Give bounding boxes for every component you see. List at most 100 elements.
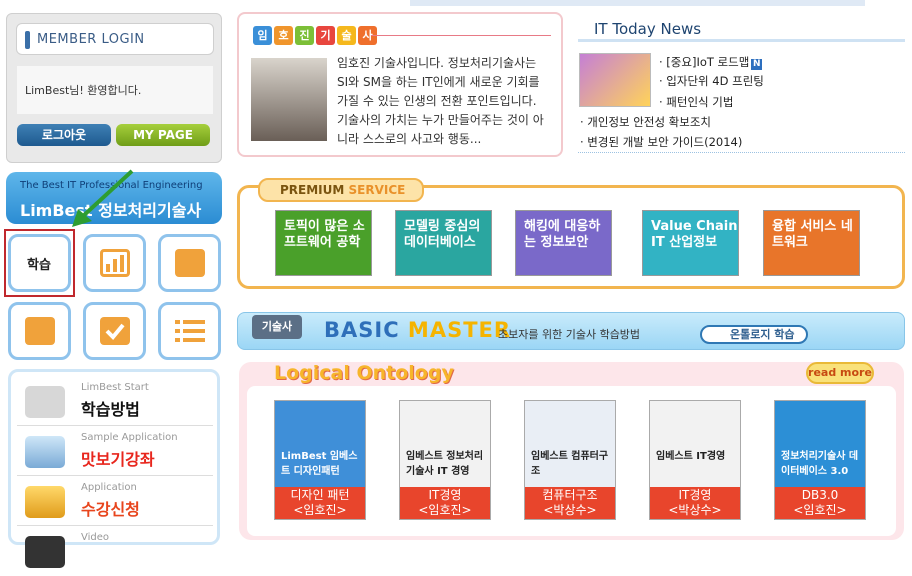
book-caption-author: <박상수> <box>543 503 597 517</box>
news-item[interactable]: · [중요]IoT 로드맵 N <box>659 54 763 70</box>
book-item[interactable]: LimBest 임베스트 디자인패턴 디자인 패턴 <임호진> <box>274 400 366 520</box>
book-caption: 디자인 패턴 <임호진> <box>275 487 365 519</box>
login-bar-icon <box>25 31 30 49</box>
name-tag: 기 <box>316 26 335 45</box>
book-caption-title: IT경영 <box>678 488 712 502</box>
book-item[interactable]: 임베스트 IT경영 IT경영 <박상수> <box>649 400 741 520</box>
read-more-button[interactable]: read more <box>806 362 874 384</box>
login-header: MEMBER LOGIN <box>16 23 214 55</box>
logout-button[interactable]: 로그아웃 <box>17 124 111 146</box>
name-tag: 임 <box>253 26 272 45</box>
book-caption-author: <임호진> <box>418 503 472 517</box>
premium-label-b: SERVICE <box>348 183 406 197</box>
green-arrow-icon <box>72 169 134 227</box>
premium-security[interactable]: 해킹에 대응하는 정보보안 <box>515 210 612 276</box>
mypage-button[interactable]: MY PAGE <box>116 124 210 146</box>
book-cover-title: 정보처리기술사 데이터베이스 3.0 <box>781 451 859 477</box>
menu-item-sub: Application <box>81 482 137 493</box>
tile-study[interactable]: 학습 <box>8 234 71 292</box>
book-caption: DB3.0 <임호진> <box>775 487 865 519</box>
tile-list-card[interactable] <box>8 302 71 360</box>
menu-item-sub: LimBest Start <box>81 382 149 393</box>
menu-item-study-method[interactable]: LimBest Start 학습방법 <box>17 376 213 426</box>
divider <box>578 152 905 153</box>
news-item[interactable]: · 패턴인식 기법 <box>659 94 733 110</box>
book-cover-title: LimBest 임베스트 디자인패턴 <box>281 451 358 477</box>
news-item[interactable]: · 변경된 개발 보안 가이드(2014) <box>580 134 742 150</box>
menu-item-sample[interactable]: Sample Application 맛보기강좌 <box>17 426 213 476</box>
premium-industry-info[interactable]: Value Chain IT 산업정보 <box>642 210 739 276</box>
study-menu: LimBest Start 학습방법 Sample Application 맛보… <box>8 369 220 568</box>
member-login-box: MEMBER LOGIN LimBest님! 환영합니다. 로그아웃 MY PA… <box>6 13 222 163</box>
book-caption-author: <임호진> <box>793 503 847 517</box>
menu-item-main: 맛보기강좌 <box>81 450 155 469</box>
folder-icon <box>25 486 65 518</box>
ontology-title: Logical Ontology <box>274 362 454 384</box>
divider <box>371 35 551 36</box>
news-thumbnail[interactable] <box>579 53 651 107</box>
laptop-icon <box>25 436 65 468</box>
book-caption-title: 컴퓨터구조 <box>542 488 598 502</box>
tile-chart[interactable] <box>83 234 146 292</box>
book-shelf: LimBest 임베스트 디자인패턴 디자인 패턴 <임호진> 임베스트 정보처리… <box>247 386 896 536</box>
basic-title-b: MASTER <box>407 318 512 342</box>
ontology-study-button[interactable]: 온톨로지 학습 <box>700 325 808 344</box>
book-cover-title: 임베스트 컴퓨터구조 <box>531 451 609 477</box>
list-icon <box>175 317 205 345</box>
book-caption: 컴퓨터구조 <박상수> <box>525 487 615 519</box>
book-cover-title: 임베스트 정보처리기술사 IT 경영 <box>406 451 484 477</box>
news-item[interactable]: · 입자단위 4D 프린팅 <box>659 73 764 89</box>
bar-chart-icon <box>100 249 130 277</box>
menu-item-main: 학습방법 <box>81 400 140 419</box>
book-caption-title: 디자인 패턴 <box>290 488 350 502</box>
basic-title: BASIC MASTER <box>324 318 511 342</box>
tile-study-label: 학습 <box>27 258 51 273</box>
book-icon <box>175 249 205 277</box>
premium-service-label: PREMIUM SERVICE <box>258 178 424 202</box>
premium-database[interactable]: 모델링 중심의 데이터베이스 <box>395 210 492 276</box>
welcome-text: LimBest님! 환영합니다. <box>25 84 142 97</box>
book-caption-author: <임호진> <box>293 503 347 517</box>
basic-tag: 기술사 <box>252 315 302 339</box>
menu-item-sub: Video <box>81 532 110 543</box>
menu-item-sub: Sample Application <box>81 432 178 443</box>
book-caption-title: DB3.0 <box>801 488 839 502</box>
author-photo <box>251 58 327 141</box>
logical-ontology-box: Logical Ontology read more LimBest 임베스트 … <box>239 362 904 540</box>
name-tag: 진 <box>295 26 314 45</box>
premium-service-box: PREMIUM SERVICE 토픽이 많은 소프트웨어 공학 모델링 중심의 … <box>237 178 905 289</box>
menu-item-main: 수강신청 <box>81 500 140 519</box>
basic-title-a: BASIC <box>324 318 400 342</box>
book-cover: 임베스트 컴퓨터구조 <box>525 401 615 491</box>
book-item[interactable]: 정보처리기술사 데이터베이스 3.0 DB3.0 <임호진> <box>774 400 866 520</box>
student-icon <box>25 386 65 418</box>
book-cover: LimBest 임베스트 디자인패턴 <box>275 401 365 491</box>
book-caption-author: <박상수> <box>668 503 722 517</box>
tile-check[interactable] <box>83 302 146 360</box>
book-cover: 정보처리기술사 데이터베이스 3.0 <box>775 401 865 491</box>
book-item[interactable]: 임베스트 정보처리기술사 IT 경영 IT경영 <임호진> <box>399 400 491 520</box>
new-badge-icon: N <box>751 59 763 70</box>
book-cover-title: 임베스트 IT경영 <box>656 451 726 462</box>
basic-subtitle: 초보자를 위한 기술사 학습방법 <box>498 328 641 341</box>
book-caption-title: IT경영 <box>428 488 462 502</box>
login-title: MEMBER LOGIN <box>37 32 145 47</box>
basic-master-banner[interactable]: 기술사 BASIC MASTER 초보자를 위한 기술사 학습방법 온톨로지 학… <box>237 312 905 350</box>
book-caption: IT경영 <임호진> <box>400 487 490 519</box>
author-name-tags: 임호진기술사 <box>253 26 379 45</box>
premium-label-a: PREMIUM <box>280 183 345 197</box>
book-item[interactable]: 임베스트 컴퓨터구조 컴퓨터구조 <박상수> <box>524 400 616 520</box>
premium-software-engineering[interactable]: 토픽이 많은 소프트웨어 공학 <box>275 210 372 276</box>
divider <box>578 39 905 42</box>
tile-book[interactable] <box>158 234 221 292</box>
intro-text[interactable]: 임호진 기술사입니다. 정보처리기술사는 SI와 SM을 하는 IT인에게 새로… <box>337 54 551 149</box>
name-tag: 호 <box>274 26 293 45</box>
premium-network[interactable]: 융합 서비스 네트워크 <box>763 210 860 276</box>
news-item-text: · [중요]IoT 로드맵 <box>659 55 750 69</box>
menu-item-video[interactable]: Video <box>17 526 213 576</box>
author-intro-box: 임호진기술사 임호진 기술사입니다. 정보처리기술사는 SI와 SM을 하는 I… <box>237 12 563 157</box>
tile-list[interactable] <box>158 302 221 360</box>
news-item[interactable]: · 개인정보 안전성 확보조치 <box>580 114 711 130</box>
menu-item-application[interactable]: Application 수강신청 <box>17 476 213 526</box>
news-title: IT Today News <box>594 20 702 38</box>
